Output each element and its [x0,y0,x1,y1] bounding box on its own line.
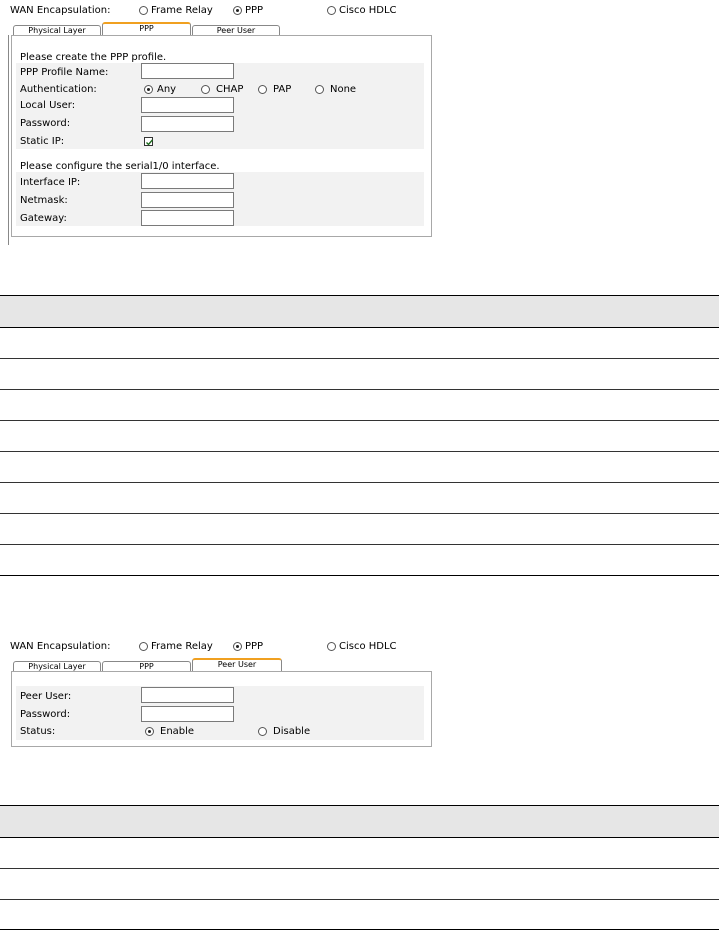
table-row [0,513,719,514]
peer-user-input[interactable] [141,687,234,703]
tab-peer-user-label: Peer User [217,660,257,669]
netmask-input[interactable] [141,192,234,208]
radio-ppp-label: PPP [245,641,264,652]
table-rule [0,327,719,328]
table-rule [0,295,719,296]
peer-user-label: Peer User: [20,691,72,702]
static-ip-label: Static IP: [20,136,65,147]
radio-cisco-hdlc[interactable] [327,642,336,651]
table-header [0,296,719,327]
authentication-label: Authentication: [20,84,97,95]
radio-ppp-label: PPP [245,5,264,16]
radio-auth-chap[interactable] [201,85,210,94]
radio-status-enable-label: Enable [160,726,195,737]
tab-ppp-label: PPP [139,662,154,671]
radio-cisco-hdlc-label: Cisco HDLC [339,641,397,652]
table-row [0,899,719,900]
table-rule [0,805,719,806]
password-input[interactable] [141,706,234,722]
tab-ppp[interactable]: PPP [102,22,191,36]
password-label: Password: [20,118,71,129]
interface-ip-label: Interface IP: [20,177,81,188]
table-rule [0,837,719,838]
radio-status-disable[interactable] [258,727,267,736]
wan-encapsulation-label: WAN Encapsulation: [10,5,111,16]
table-rule [0,929,719,930]
table-row [0,451,719,452]
status-label: Status: [20,726,56,737]
radio-frame-relay[interactable] [139,642,148,651]
interface-ip-input[interactable] [141,173,234,189]
table-row [0,868,719,869]
tab-physical-layer[interactable]: Physical Layer [13,25,101,35]
tab-physical-layer-label: Physical Layer [28,662,86,671]
radio-cisco-hdlc[interactable] [327,6,336,15]
check-icon [146,139,154,146]
radio-cisco-hdlc-label: Cisco HDLC [339,5,397,16]
radio-frame-relay-label: Frame Relay [151,641,213,652]
radio-status-enable[interactable] [145,727,154,736]
table-row [0,544,719,545]
wan-encapsulation-label: WAN Encapsulation: [10,641,111,652]
table-row [0,420,719,421]
table-rule [0,575,719,576]
local-user-label: Local User: [20,100,76,111]
local-user-input[interactable] [141,97,234,113]
radio-auth-any-label: Any [157,84,177,95]
table-row [0,482,719,483]
tab-peer-user-label: Peer User [216,26,256,35]
radio-ppp[interactable] [233,642,242,651]
radio-frame-relay-label: Frame Relay [151,5,213,16]
tab-peer-user[interactable]: Peer User [192,25,280,35]
tab-ppp-label: PPP [139,24,154,33]
gateway-input[interactable] [141,210,234,226]
tab-ppp[interactable]: PPP [102,661,191,671]
radio-frame-relay[interactable] [139,6,148,15]
radio-auth-pap[interactable] [258,85,267,94]
tab-physical-layer-label: Physical Layer [28,26,86,35]
password-label: Password: [20,709,71,720]
password-input[interactable] [141,116,234,132]
left-divider [8,35,9,245]
netmask-label: Netmask: [20,195,68,206]
radio-status-disable-label: Disable [273,726,311,737]
radio-auth-any[interactable] [144,85,153,94]
gateway-label: Gateway: [20,213,67,224]
table-header [0,806,719,837]
ppp-profile-name-label: PPP Profile Name: [20,67,109,78]
radio-auth-none-label: None [330,84,357,95]
radio-auth-pap-label: PAP [273,84,292,95]
radio-auth-none[interactable] [315,85,324,94]
tab-physical-layer[interactable]: Physical Layer [13,661,101,671]
table-row [0,358,719,359]
static-ip-checkbox[interactable] [144,137,154,146]
ppp-profile-name-input[interactable] [141,63,234,79]
radio-auth-chap-label: CHAP [216,84,244,95]
table-row [0,389,719,390]
tab-peer-user[interactable]: Peer User [192,658,282,672]
radio-ppp[interactable] [233,6,242,15]
